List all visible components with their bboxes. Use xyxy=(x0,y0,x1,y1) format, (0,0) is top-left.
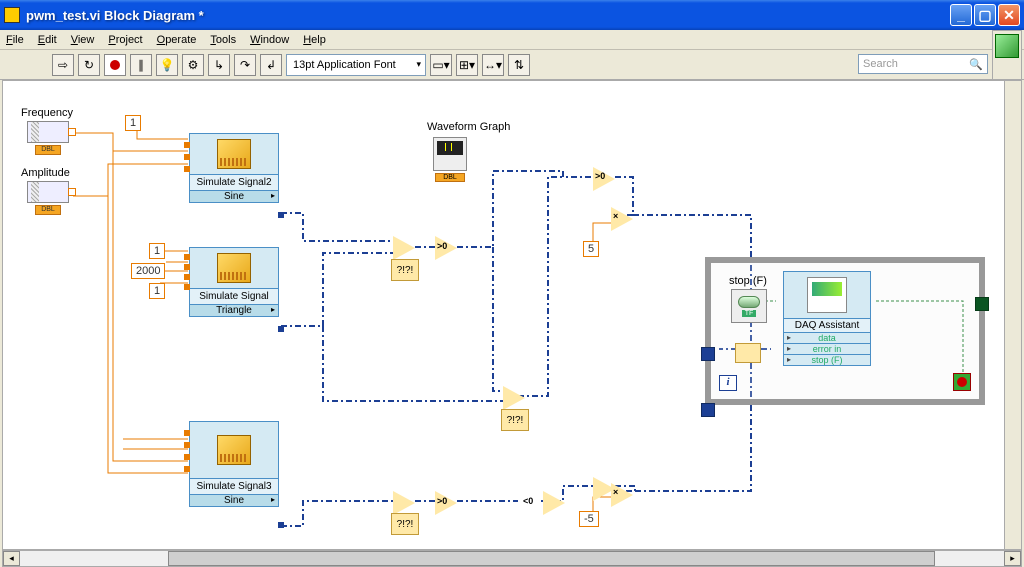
icon-palette[interactable] xyxy=(992,30,1022,80)
search-input[interactable]: Search xyxy=(858,54,988,74)
pause-button[interactable]: ∥ xyxy=(130,54,152,76)
step-out-button[interactable]: ↲ xyxy=(260,54,282,76)
bool-to-num-mid[interactable]: ?!?! xyxy=(501,409,529,431)
subtract-node-1[interactable] xyxy=(393,236,415,260)
frequency-type-tag: DBL xyxy=(35,145,61,155)
vi-type-label: Sine xyxy=(190,190,278,202)
daq-data-row: data xyxy=(784,332,870,343)
gt0-label: >0 xyxy=(437,241,447,251)
bool-to-num-1[interactable]: ?!?! xyxy=(391,259,419,281)
menu-operate[interactable]: Operate xyxy=(157,34,197,46)
menu-view[interactable]: View xyxy=(71,34,95,46)
frequency-control[interactable] xyxy=(27,121,69,143)
menu-window[interactable]: Window xyxy=(250,34,289,46)
menubar: File Edit View Project Operate Tools Win… xyxy=(0,30,1024,50)
step-into-button[interactable]: ↳ xyxy=(208,54,230,76)
signal-icon xyxy=(217,253,251,283)
amplitude-type-tag: DBL xyxy=(35,205,61,215)
mul-2-label: × xyxy=(613,487,618,497)
abort-button[interactable] xyxy=(104,54,126,76)
stop-oval-icon xyxy=(738,296,760,308)
run-continuous-button[interactable]: ↻ xyxy=(78,54,100,76)
maximize-button[interactable]: ▢ xyxy=(974,4,996,26)
vi-type-label: Sine xyxy=(190,494,278,506)
compare-bottom[interactable] xyxy=(543,491,565,515)
highlight-button[interactable]: 💡 xyxy=(156,54,178,76)
scroll-left-button[interactable]: ◂ xyxy=(3,551,20,566)
daq-assistant[interactable]: DAQ Assistant data error in stop (F) xyxy=(783,271,871,366)
toolbar: ⇨ ↻ ∥ 💡 ⚙ ↳ ↷ ↲ 13pt Application Font ▭▾… xyxy=(0,50,1024,80)
stop-label: stop (F) xyxy=(729,275,767,287)
scroll-track[interactable] xyxy=(20,551,1004,566)
stop-control[interactable]: TF xyxy=(731,289,767,323)
vi-connector-icon xyxy=(995,34,1019,58)
frequency-label: Frequency xyxy=(21,107,73,119)
mul-1-label: × xyxy=(613,211,618,221)
constant-5[interactable]: 5 xyxy=(583,241,599,257)
constant-1c[interactable]: 1 xyxy=(149,283,165,299)
scroll-thumb[interactable] xyxy=(168,551,936,566)
loop-stop-terminal[interactable] xyxy=(953,373,971,391)
retain-wire-button[interactable]: ⚙ xyxy=(182,54,204,76)
gt0-top-label: >0 xyxy=(595,171,605,181)
vi-name-label: Simulate Signal2 xyxy=(190,174,278,190)
minimize-button[interactable]: _ xyxy=(950,4,972,26)
vi-name-label: Simulate Signal3 xyxy=(190,478,278,494)
select-node[interactable] xyxy=(735,343,761,363)
daq-error-row: error in xyxy=(784,343,870,354)
while-loop[interactable]: i stop (F) TF DAQ Assistant data error i… xyxy=(705,257,985,405)
graph-label: Waveform Graph xyxy=(427,121,510,133)
run-button[interactable]: ⇨ xyxy=(52,54,74,76)
horizontal-scrollbar[interactable]: ◂ ▸ xyxy=(2,550,1022,567)
font-selector[interactable]: 13pt Application Font xyxy=(286,54,426,76)
simulate-signal-3[interactable]: Simulate Signal3 Sine xyxy=(189,421,279,507)
amplitude-control[interactable] xyxy=(27,181,69,203)
tunnel-data-in[interactable] xyxy=(701,347,715,361)
menu-tools[interactable]: Tools xyxy=(210,34,236,46)
window-title: pwm_test.vi Block Diagram * xyxy=(26,8,948,23)
constant-1a[interactable]: 1 xyxy=(125,115,141,131)
simulate-signal-2[interactable]: Simulate Signal2 Sine xyxy=(189,133,279,203)
signal-icon xyxy=(217,435,251,465)
waveform-graph-terminal[interactable] xyxy=(433,137,467,171)
simulate-signal[interactable]: Simulate Signal Triangle xyxy=(189,247,279,317)
app-icon xyxy=(4,7,20,23)
constant-2000[interactable]: 2000 xyxy=(131,263,165,279)
loop-iteration-terminal[interactable]: i xyxy=(719,375,737,391)
vi-type-label: Triangle xyxy=(190,304,278,316)
distribute-button[interactable]: ⊞▾ xyxy=(456,54,478,76)
scroll-right-button[interactable]: ▸ xyxy=(1004,551,1021,566)
subtract-node-2[interactable] xyxy=(393,491,415,515)
daq-stop-row: stop (F) xyxy=(784,354,870,365)
step-over-button[interactable]: ↷ xyxy=(234,54,256,76)
close-button[interactable]: ✕ xyxy=(998,4,1020,26)
signal-icon xyxy=(217,139,251,169)
daq-icon xyxy=(807,277,847,313)
amplitude-label: Amplitude xyxy=(21,167,70,179)
compare-middle[interactable] xyxy=(503,386,525,410)
lt0-label: >0 xyxy=(437,496,447,506)
menu-file[interactable]: File xyxy=(6,34,24,46)
window-titlebar: pwm_test.vi Block Diagram * _ ▢ ✕ xyxy=(0,0,1024,30)
reorder-button[interactable]: ⇅ xyxy=(508,54,530,76)
constant-1b[interactable]: 1 xyxy=(149,243,165,259)
menu-edit[interactable]: Edit xyxy=(38,34,57,46)
block-diagram-canvas[interactable]: Frequency DBL Amplitude DBL 1 1 2000 1 5… xyxy=(2,80,1022,550)
menu-help[interactable]: Help xyxy=(303,34,326,46)
graph-type-tag: DBL xyxy=(435,173,465,182)
constant-neg5[interactable]: -5 xyxy=(579,511,599,527)
resize-button[interactable]: ↔▾ xyxy=(482,54,504,76)
align-button[interactable]: ▭▾ xyxy=(430,54,452,76)
bool-to-num-2[interactable]: ?!?! xyxy=(391,513,419,535)
tunnel-bottom[interactable] xyxy=(701,403,715,417)
tunnel-right[interactable] xyxy=(975,297,989,311)
lt-label: <0 xyxy=(523,496,533,506)
daq-name: DAQ Assistant xyxy=(784,318,870,332)
vi-name-label: Simulate Signal xyxy=(190,288,278,304)
stop-tf-tag: TF xyxy=(742,310,757,317)
menu-project[interactable]: Project xyxy=(108,34,142,46)
